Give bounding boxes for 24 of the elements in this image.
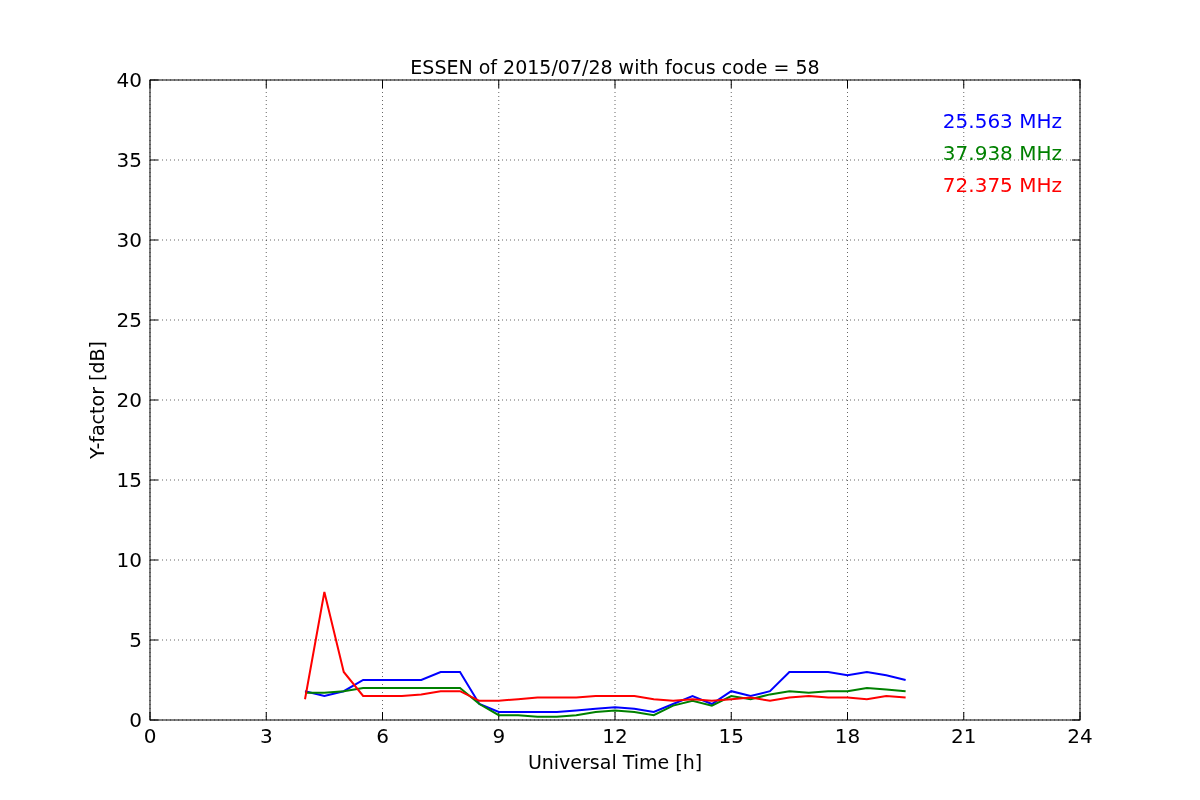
y-axis-label: Y-factor [dB] — [86, 341, 108, 459]
x-tick-label: 6 — [376, 724, 389, 748]
y-tick-label: 5 — [129, 628, 142, 652]
y-tick-label: 10 — [116, 548, 142, 572]
chart-title: ESSEN of 2015/07/28 with focus code = 58 — [410, 56, 820, 78]
legend-label: 37.938 MHz — [942, 141, 1062, 165]
y-tick-label: 35 — [116, 148, 142, 172]
x-tick-label: 18 — [834, 724, 861, 748]
x-tick-label: 24 — [1067, 724, 1093, 748]
y-tick-label: 30 — [116, 228, 142, 252]
x-tick-label: 12 — [602, 724, 628, 748]
x-axis-label: Universal Time [h] — [527, 751, 703, 773]
y-tick-label: 0 — [129, 708, 142, 732]
x-tick-label: 0 — [143, 724, 157, 748]
x-tick-label: 21 — [951, 724, 977, 748]
y-tick-label: 40 — [116, 68, 142, 92]
y-tick-label: 20 — [116, 388, 142, 412]
y-tick-label: 25 — [116, 308, 142, 332]
legend-label: 25.563 MHz — [942, 109, 1062, 133]
legend-label: 72.375 MHz — [942, 173, 1062, 197]
x-tick-label: 3 — [259, 724, 273, 748]
x-tick-label: 15 — [718, 724, 744, 748]
y-tick-label: 15 — [116, 468, 142, 492]
x-tick-label: 9 — [492, 724, 506, 748]
